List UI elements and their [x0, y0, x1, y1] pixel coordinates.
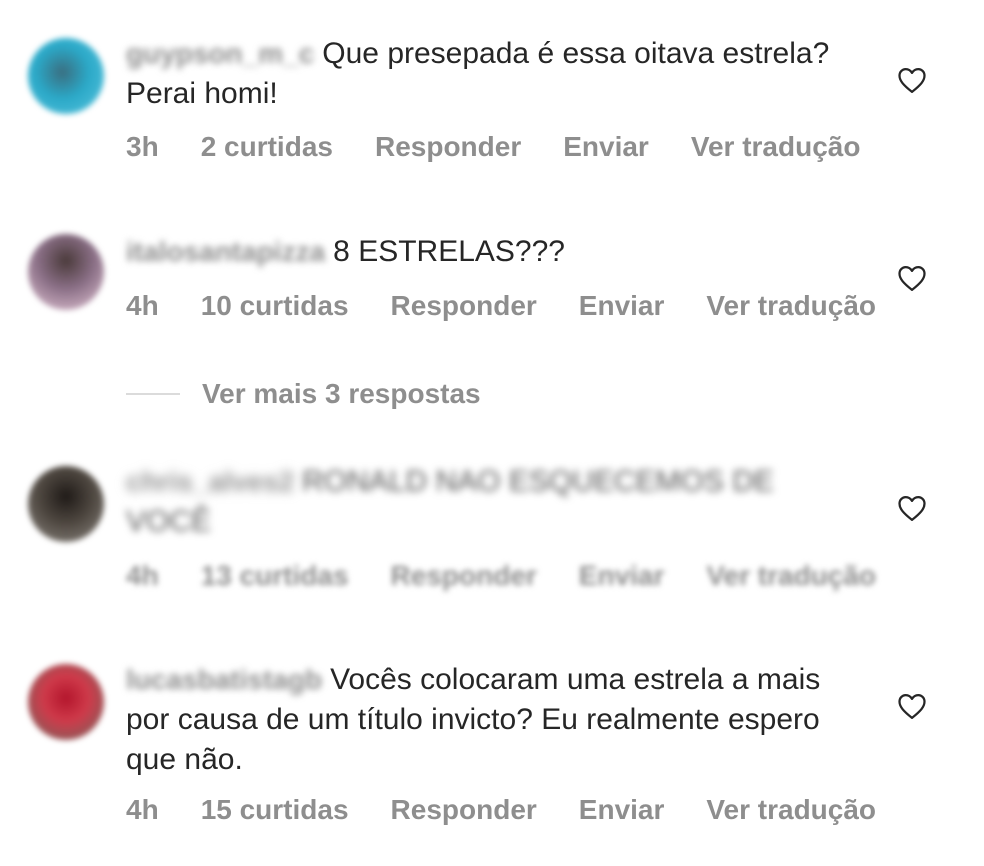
- avatar[interactable]: [28, 234, 104, 310]
- reply-button[interactable]: Responder: [391, 290, 537, 322]
- view-more-replies-button[interactable]: Ver mais 3 respostas: [126, 378, 481, 410]
- like-heart-icon[interactable]: [897, 264, 927, 292]
- translate-button[interactable]: Ver tradução: [706, 794, 876, 826]
- comment-username[interactable]: lucasbatistagb: [126, 664, 322, 695]
- comment-body: lucasbatistagb Vocês colocaram uma estrel…: [126, 660, 866, 780]
- send-button[interactable]: Enviar: [579, 794, 665, 826]
- avatar[interactable]: [28, 466, 104, 542]
- view-more-replies-label: Ver mais 3 respostas: [202, 378, 481, 409]
- comment-body: chris_alves2 RONALD NAO ESQUECEMOS DE VOC…: [126, 462, 846, 542]
- comment-body: italosantapizza 8 ESTRELAS???: [126, 232, 856, 272]
- send-button[interactable]: Enviar: [579, 560, 665, 592]
- comment-time: 4h: [126, 290, 159, 321]
- comment-username[interactable]: chris_alves2: [126, 466, 294, 497]
- comment-time: 3h: [126, 131, 159, 162]
- reply-button[interactable]: Responder: [391, 560, 537, 592]
- comment-time: 4h: [126, 560, 159, 591]
- translate-button[interactable]: Ver tradução: [706, 560, 876, 592]
- likes-count[interactable]: 10 curtidas: [201, 290, 349, 322]
- comment-username[interactable]: guypson_m_c: [126, 38, 314, 69]
- comment-text: 8 ESTRELAS???: [333, 235, 565, 268]
- comment-username[interactable]: italosantapizza: [126, 236, 325, 267]
- translate-button[interactable]: Ver tradução: [691, 131, 861, 163]
- translate-button[interactable]: Ver tradução: [706, 290, 876, 322]
- send-button[interactable]: Enviar: [563, 131, 649, 163]
- like-heart-icon[interactable]: [897, 66, 927, 94]
- comment-body: guypson_m_c Que presepada é essa oitava e…: [126, 34, 856, 114]
- reply-button[interactable]: Responder: [375, 131, 521, 163]
- like-heart-icon[interactable]: [897, 494, 927, 522]
- send-button[interactable]: Enviar: [579, 290, 665, 322]
- likes-count[interactable]: 15 curtidas: [201, 794, 349, 826]
- avatar[interactable]: [28, 664, 104, 740]
- avatar[interactable]: [28, 38, 104, 114]
- likes-count[interactable]: 13 curtidas: [201, 560, 349, 592]
- comment-time: 4h: [126, 794, 159, 825]
- likes-count[interactable]: 2 curtidas: [201, 131, 333, 163]
- reply-button[interactable]: Responder: [391, 794, 537, 826]
- like-heart-icon[interactable]: [897, 692, 927, 720]
- replies-divider-line: [126, 393, 180, 395]
